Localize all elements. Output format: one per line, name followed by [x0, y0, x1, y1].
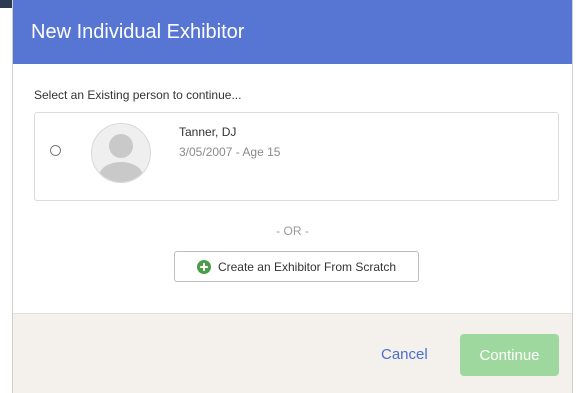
- cancel-button[interactable]: Cancel: [381, 346, 428, 363]
- create-from-scratch-button[interactable]: Create an Exhibitor From Scratch: [174, 251, 419, 282]
- person-select-radio[interactable]: [50, 145, 61, 156]
- modal-body: Select an Existing person to continue...…: [13, 64, 572, 313]
- background-edge: [0, 0, 12, 393]
- instruction-text: Select an Existing person to continue...: [34, 88, 242, 102]
- continue-button[interactable]: Continue: [460, 334, 559, 376]
- new-exhibitor-modal: New Individual Exhibitor Select an Exist…: [12, 0, 573, 393]
- default-user-avatar-icon: [91, 123, 151, 183]
- modal-title: New Individual Exhibitor: [31, 20, 245, 43]
- avatar-silhouette: [92, 124, 150, 182]
- page: New Individual Exhibitor Select an Exist…: [0, 0, 579, 393]
- or-divider: - OR -: [276, 224, 309, 238]
- person-card[interactable]: Tanner, DJ 3/05/2007 - Age 15: [34, 112, 559, 201]
- create-from-scratch-label: Create an Exhibitor From Scratch: [217, 259, 397, 274]
- plus-circle-icon: [196, 259, 211, 274]
- person-birthdate-age: 3/05/2007 - Age 15: [179, 145, 281, 159]
- modal-header: New Individual Exhibitor: [13, 0, 572, 64]
- modal-footer: Cancel Continue: [13, 313, 572, 393]
- person-name: Tanner, DJ: [179, 125, 237, 139]
